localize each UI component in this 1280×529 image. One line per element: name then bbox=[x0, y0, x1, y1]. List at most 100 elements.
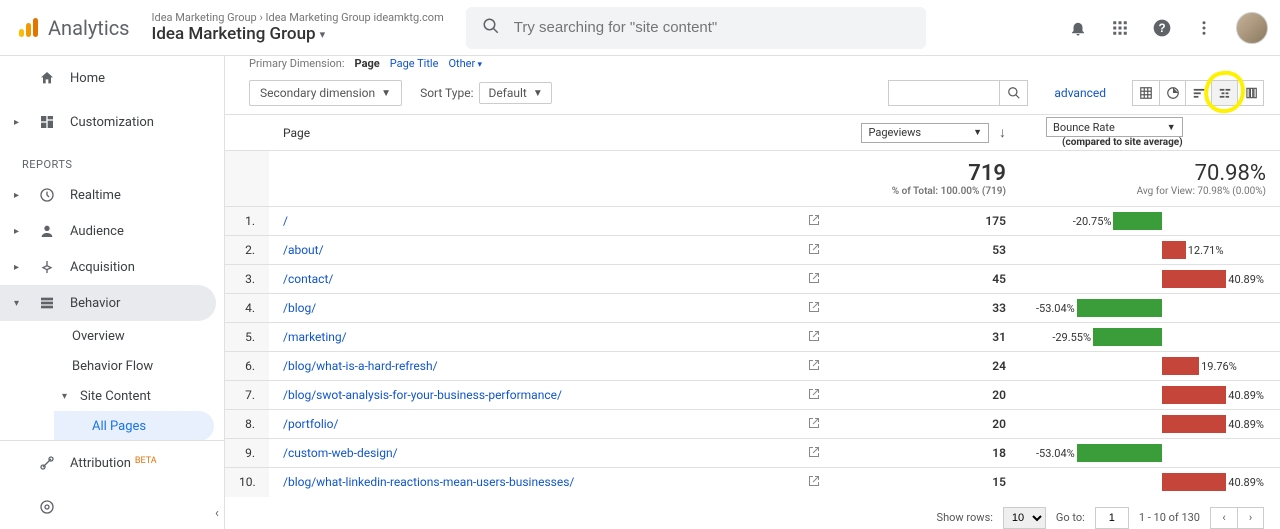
table-row: 4./blog/33-53.04% bbox=[225, 294, 1280, 323]
bounce-rate-cell: 40.89% bbox=[1020, 265, 1280, 294]
page-link[interactable]: /blog/swot-analysis-for-your-business-pe… bbox=[283, 388, 562, 402]
pageviews-cell: 15 bbox=[840, 468, 1020, 497]
nav-realtime[interactable]: ▸ Realtime bbox=[0, 177, 224, 213]
open-in-new-icon[interactable] bbox=[808, 388, 820, 403]
primary-dimension-other[interactable]: Other bbox=[448, 57, 482, 70]
home-icon bbox=[38, 69, 56, 87]
pager-goto-input[interactable] bbox=[1095, 507, 1129, 529]
primary-dimension-active[interactable]: Page bbox=[355, 57, 380, 70]
bounce-rate-cell: -53.04% bbox=[1020, 294, 1280, 323]
pager-next-icon[interactable]: › bbox=[1237, 508, 1263, 528]
top-bar: Analytics Idea Marketing Group › Idea Ma… bbox=[0, 0, 1280, 56]
open-in-new-icon[interactable] bbox=[808, 214, 820, 229]
page-link[interactable]: /blog/what-linkedin-reactions-mean-users… bbox=[283, 475, 574, 489]
table-filter-search-icon[interactable] bbox=[999, 81, 1027, 105]
open-in-new-icon[interactable] bbox=[808, 446, 820, 461]
table-row: 3./contact/4540.89% bbox=[225, 265, 1280, 294]
brand-text: Analytics bbox=[48, 16, 130, 40]
subnav-behavior-flow[interactable]: Behavior Flow bbox=[54, 351, 224, 381]
search-input[interactable] bbox=[512, 18, 910, 37]
clock-icon bbox=[38, 186, 56, 204]
subnav-site-content[interactable]: Site Content bbox=[54, 381, 224, 411]
col-header-page[interactable]: Page bbox=[269, 115, 840, 151]
table-filter-box bbox=[888, 80, 1028, 106]
page-link[interactable]: / bbox=[283, 214, 288, 228]
view-data-table-icon[interactable] bbox=[1133, 81, 1159, 105]
collapse-sidebar-icon[interactable]: ‹ bbox=[209, 505, 225, 521]
sort-type-select[interactable]: Default▼ bbox=[479, 82, 551, 104]
bounce-rate-cell: 40.89% bbox=[1020, 468, 1280, 497]
pager-prev-icon[interactable]: ‹ bbox=[1211, 508, 1237, 528]
bounce-rate-cell: -20.75% bbox=[1020, 207, 1280, 236]
page-link[interactable]: /portfolio/ bbox=[283, 417, 338, 431]
page-link[interactable]: /blog/ bbox=[283, 301, 316, 315]
total-pageviews: 719 bbox=[854, 161, 1006, 186]
nav-discover[interactable] bbox=[0, 485, 224, 529]
open-in-new-icon[interactable] bbox=[808, 359, 820, 374]
account-avatar[interactable] bbox=[1236, 12, 1268, 44]
open-in-new-icon[interactable] bbox=[808, 475, 820, 490]
subnav-all-pages[interactable]: All Pages bbox=[54, 411, 214, 440]
table-row: 6./blog/what-is-a-hard-refresh/2419.76% bbox=[225, 352, 1280, 381]
page-link[interactable]: /about/ bbox=[283, 243, 324, 257]
bounce-rate-cell: 12.71% bbox=[1020, 236, 1280, 265]
subnav-overview[interactable]: Overview bbox=[54, 321, 224, 351]
breadcrumb: Idea Marketing Group › Idea Marketing Gr… bbox=[152, 11, 444, 24]
pager-rows-select[interactable]: 10 bbox=[1003, 507, 1046, 529]
page-link[interactable]: /blog/what-is-a-hard-refresh/ bbox=[283, 359, 438, 373]
col-header-pageviews[interactable]: Pageviews▼ ↓ bbox=[840, 115, 1020, 151]
view-percentage-icon[interactable] bbox=[1159, 81, 1185, 105]
pageviews-cell: 33 bbox=[840, 294, 1020, 323]
person-icon bbox=[38, 222, 56, 240]
pager-range: 1 - 10 of 130 bbox=[1139, 511, 1200, 524]
open-in-new-icon[interactable] bbox=[808, 243, 820, 258]
nav-attribution[interactable]: AttributionBETA bbox=[0, 441, 224, 485]
secondary-dimension-select[interactable]: Secondary dimension▼ bbox=[249, 80, 402, 106]
bounce-rate-metric-select[interactable]: Bounce Rate▼ bbox=[1046, 117, 1183, 137]
open-in-new-icon[interactable] bbox=[808, 417, 820, 432]
nav-home[interactable]: Home bbox=[0, 56, 224, 100]
primary-dimension-page-title[interactable]: Page Title bbox=[390, 57, 439, 70]
reports-header: REPORTS bbox=[0, 144, 224, 177]
view-pivot-icon[interactable] bbox=[1237, 81, 1263, 105]
table-row: 7./blog/swot-analysis-for-your-business-… bbox=[225, 381, 1280, 410]
property-selector[interactable]: Idea Marketing Group › Idea Marketing Gr… bbox=[142, 7, 454, 48]
help-icon[interactable]: ? bbox=[1152, 18, 1172, 38]
analytics-logo-icon bbox=[16, 16, 40, 40]
pageviews-cell: 24 bbox=[840, 352, 1020, 381]
discover-icon bbox=[38, 498, 56, 516]
view-performance-icon[interactable] bbox=[1185, 81, 1211, 105]
open-in-new-icon[interactable] bbox=[808, 272, 820, 287]
bounce-rate-cell: 40.89% bbox=[1020, 410, 1280, 439]
chevron-down-icon: ▾ bbox=[320, 28, 326, 41]
col-header-bounce-rate[interactable]: Bounce Rate▼ (compared to site average) bbox=[1020, 115, 1280, 151]
advanced-filter-link[interactable]: advanced bbox=[1054, 86, 1106, 100]
top-bar-actions: ? bbox=[1068, 12, 1268, 44]
search-icon bbox=[482, 17, 500, 39]
global-search[interactable] bbox=[466, 7, 926, 49]
side-nav: Home ▸ Customization REPORTS ▸ Realtime … bbox=[0, 56, 225, 529]
bounce-rate-cell: 40.89% bbox=[1020, 381, 1280, 410]
more-vert-icon[interactable] bbox=[1194, 18, 1214, 38]
apps-icon[interactable] bbox=[1110, 18, 1130, 38]
table-filter-input[interactable] bbox=[889, 86, 999, 100]
nav-customization[interactable]: ▸ Customization bbox=[0, 100, 224, 144]
pageviews-cell: 20 bbox=[840, 381, 1020, 410]
pageviews-metric-select[interactable]: Pageviews▼ bbox=[861, 123, 989, 143]
sort-down-icon[interactable]: ↓ bbox=[999, 124, 1006, 141]
bell-icon[interactable] bbox=[1068, 18, 1088, 38]
open-in-new-icon[interactable] bbox=[808, 301, 820, 316]
behavior-icon bbox=[38, 294, 56, 312]
nav-behavior[interactable]: ▾ Behavior bbox=[0, 285, 216, 321]
table-toolbar: Secondary dimension▼ Sort Type: Default▼… bbox=[225, 72, 1280, 114]
page-link[interactable]: /custom-web-design/ bbox=[283, 446, 398, 460]
attribution-icon bbox=[38, 454, 56, 472]
nav-acquisition[interactable]: ▸ Acquisition bbox=[0, 249, 224, 285]
nav-audience[interactable]: ▸ Audience bbox=[0, 213, 224, 249]
page-link[interactable]: /marketing/ bbox=[283, 330, 347, 344]
open-in-new-icon[interactable] bbox=[808, 330, 820, 345]
table-view-toggle bbox=[1132, 80, 1264, 106]
primary-dimension-row: Primary Dimension: Page Page Title Other bbox=[225, 56, 1280, 72]
page-link[interactable]: /contact/ bbox=[283, 272, 333, 286]
view-comparison-icon[interactable] bbox=[1211, 81, 1237, 105]
